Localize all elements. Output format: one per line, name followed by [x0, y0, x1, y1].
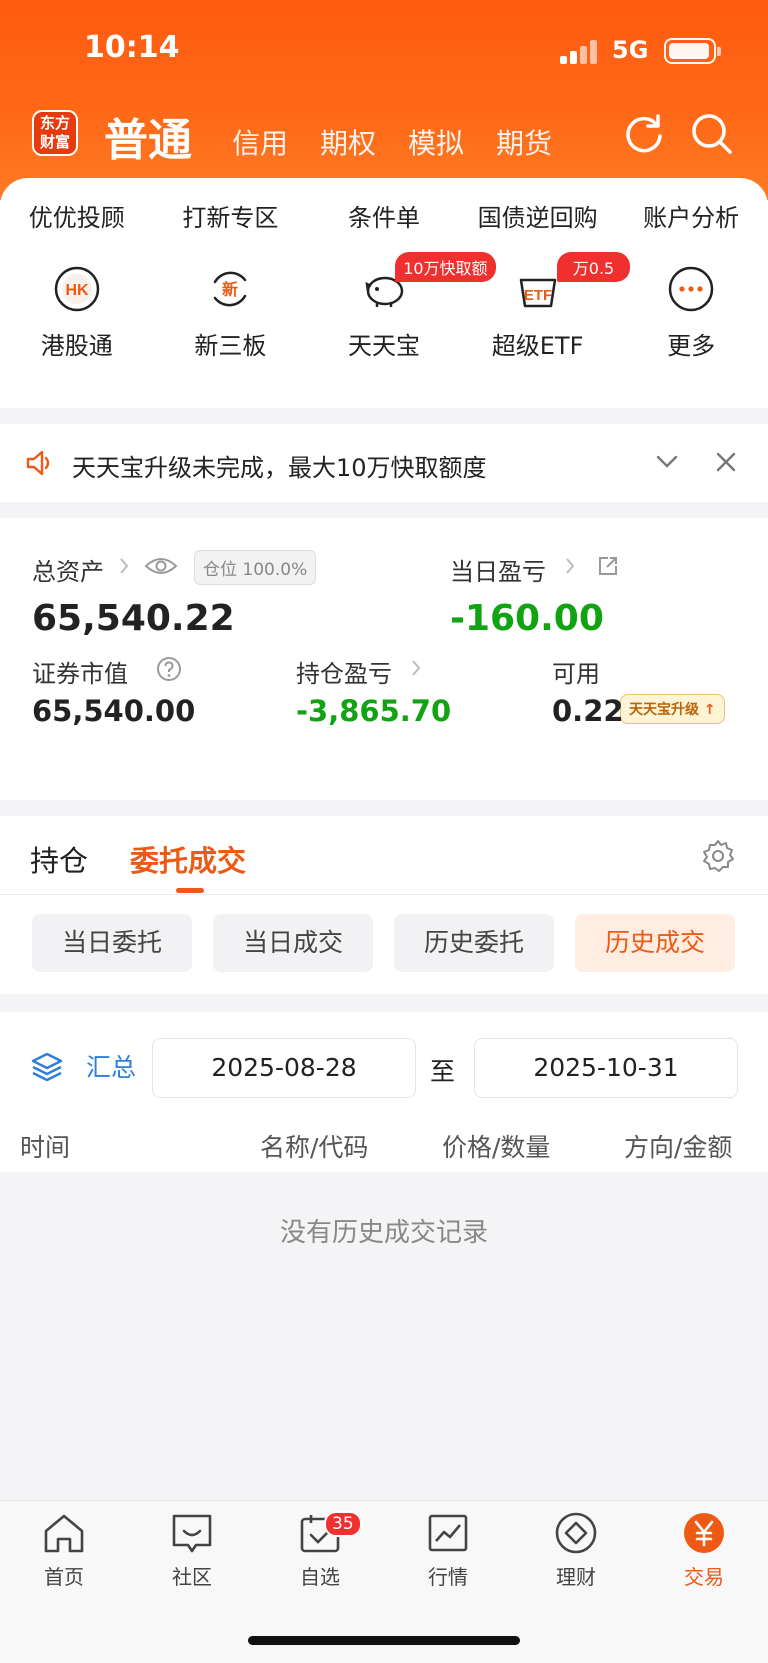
tab-orders-trades[interactable]: 委托成交: [130, 838, 246, 880]
total-assets-label[interactable]: 总资产: [32, 552, 104, 587]
tab-holdings[interactable]: 持仓: [30, 838, 88, 880]
chevron-down-icon[interactable]: [656, 454, 678, 470]
sub-tab-history-trades[interactable]: 历史成交: [575, 914, 735, 972]
tab-options[interactable]: 期权: [320, 122, 376, 162]
sub-tab-history-orders[interactable]: 历史委托: [394, 914, 554, 972]
feature-super-etf[interactable]: ETF 万0.5 超级ETF: [461, 252, 631, 361]
order-tabs: 持仓 委托成交 当日委托 当日成交 历史委托 历史成交: [0, 816, 768, 994]
daily-pnl-value: -160.00: [450, 598, 604, 639]
svg-text:新: 新: [222, 280, 238, 299]
date-filter: 汇总 2025-08-28 至 2025-10-31 时间 名称/代码 价格/数…: [0, 1012, 768, 1172]
tab-simulated[interactable]: 模拟: [408, 122, 464, 162]
close-icon[interactable]: [716, 452, 736, 472]
chat-icon: [172, 1514, 212, 1553]
feature-reverse-repo[interactable]: 国债逆回购: [461, 198, 615, 233]
column-name-code: 名称/代码: [260, 1133, 369, 1162]
more-icon: [668, 266, 714, 312]
svg-text:HK: HK: [65, 282, 89, 299]
feature-panel: 优优投顾 打新专区 条件单 国债逆回购 账户分析 HK 港股通 新 新三板 10…: [0, 178, 768, 408]
available-value: 0.22: [552, 694, 624, 728]
empty-state: 没有历史成交记录: [0, 1172, 768, 1500]
nav-wealth[interactable]: 理财: [512, 1511, 640, 1590]
watchlist-count-badge: 35: [324, 1511, 362, 1537]
divider: [0, 894, 768, 895]
app-header: 10:14 5G 东方 财富 普通 信用 期权 模拟 期货: [0, 0, 768, 200]
chevron-right-icon: [412, 660, 421, 676]
feature-row-2: HK 港股通 新 新三板 10万快取额 天天宝 ETF 万0.5 超级ETF 更…: [0, 252, 768, 361]
nav-community[interactable]: 社区: [128, 1511, 256, 1590]
end-date-field[interactable]: 2025-10-31: [474, 1038, 738, 1098]
tab-credit[interactable]: 信用: [232, 122, 288, 162]
tiantianbao-upgrade-tag[interactable]: 天天宝升级 ↑: [620, 694, 725, 724]
sub-tab-today-trades[interactable]: 当日成交: [213, 914, 373, 972]
share-icon[interactable]: [596, 554, 620, 578]
help-icon[interactable]: [156, 656, 182, 682]
account-type-tabs: 信用 期权 模拟 期货: [232, 122, 552, 162]
arrow-up-icon: ↑: [703, 702, 716, 718]
date-range-separator: 至: [430, 1057, 456, 1086]
nav-watchlist[interactable]: 35 自选: [256, 1511, 384, 1590]
signal-icon: [560, 40, 600, 64]
total-assets-value: 65,540.22: [32, 598, 235, 639]
daily-pnl-label[interactable]: 当日盈亏: [450, 552, 546, 587]
refresh-icon[interactable]: [622, 112, 666, 156]
sub-tab-today-orders[interactable]: 当日委托: [32, 914, 192, 972]
asset-summary: 总资产 仓位 100.0% 65,540.22 当日盈亏 -160.00 证券市…: [0, 518, 768, 800]
start-date-field[interactable]: 2025-08-28: [152, 1038, 416, 1098]
summary-button[interactable]: 汇总: [86, 1048, 136, 1084]
nav-home[interactable]: 首页: [0, 1511, 128, 1590]
search-icon[interactable]: [690, 112, 734, 156]
feature-conditional-order[interactable]: 条件单: [307, 198, 461, 233]
feature-row-1: 优优投顾 打新专区 条件单 国债逆回购 账户分析: [0, 198, 768, 233]
notice-text: 天天宝升级未完成，最大10万快取额度: [72, 454, 487, 482]
holding-pnl-label[interactable]: 持仓盈亏: [296, 654, 392, 689]
home-icon: [44, 1514, 84, 1553]
feature-hk-connect[interactable]: HK 港股通: [0, 264, 154, 361]
gear-icon[interactable]: [700, 838, 736, 874]
diamond-icon: [555, 1512, 597, 1554]
tab-futures[interactable]: 期货: [496, 122, 552, 162]
position-ratio-tag: 仓位 100.0%: [194, 550, 317, 585]
eye-icon[interactable]: [144, 554, 178, 578]
feature-tiantianbao[interactable]: 10万快取额 天天宝: [307, 252, 496, 361]
feature-ipo-zone[interactable]: 打新专区: [154, 198, 308, 233]
hk-icon: HK: [54, 266, 100, 312]
feature-youyou-advisor[interactable]: 优优投顾: [0, 198, 154, 233]
column-side-amount: 方向/金额: [624, 1133, 733, 1162]
status-time: 10:14: [84, 30, 180, 65]
etf-icon: ETF: [519, 278, 556, 308]
nav-market[interactable]: 行情: [384, 1511, 512, 1590]
app-logo: 东方 财富: [32, 110, 78, 156]
feature-neeq[interactable]: 新 新三板: [154, 264, 308, 361]
column-time: 时间: [20, 1133, 71, 1162]
market-value: 65,540.00: [32, 694, 196, 728]
holding-pnl-value: -3,865.70: [296, 694, 452, 728]
column-price-qty: 价格/数量: [442, 1133, 551, 1162]
yuan-icon: [684, 1513, 724, 1553]
notice-bar[interactable]: 天天宝升级未完成，最大10万快取额度: [0, 424, 768, 502]
active-tab-indicator: [176, 888, 204, 893]
empty-message: 没有历史成交记录: [279, 1218, 488, 1248]
chevron-right-icon: [120, 558, 129, 574]
battery-icon: [664, 38, 721, 64]
available-label: 可用: [552, 660, 600, 688]
feature-more[interactable]: 更多: [614, 264, 768, 361]
svg-text:ETF: ETF: [523, 287, 551, 304]
market-value-label: 证券市值: [32, 660, 128, 688]
network-type: 5G: [612, 36, 649, 64]
home-indicator: [248, 1636, 520, 1645]
chevron-right-icon: [566, 558, 575, 574]
account-type-title[interactable]: 普通: [104, 104, 192, 168]
neeq-icon: 新: [214, 271, 247, 307]
layers-icon[interactable]: [30, 1050, 64, 1084]
nav-trade[interactable]: 交易: [640, 1511, 768, 1590]
chart-icon: [428, 1514, 468, 1552]
feature-account-analysis[interactable]: 账户分析: [614, 198, 768, 233]
speaker-icon: [26, 450, 50, 476]
